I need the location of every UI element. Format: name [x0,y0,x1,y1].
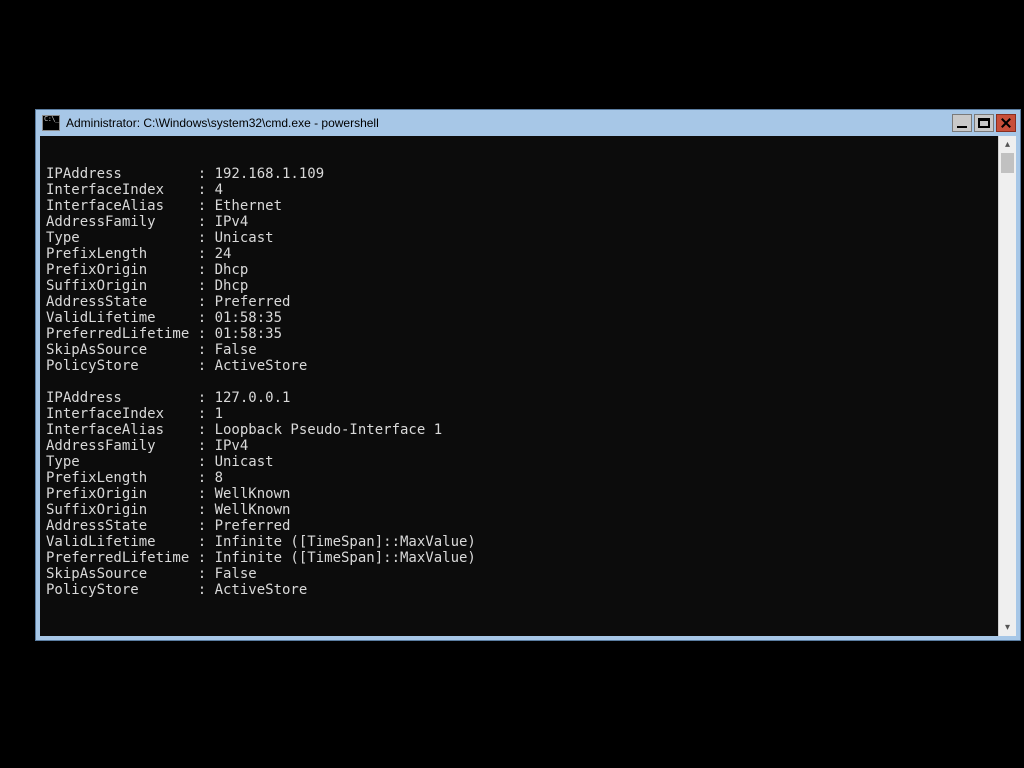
console-line: PrefixLength : 8 [46,470,992,486]
console-line: PrefixOrigin : Dhcp [46,262,992,278]
window-title: Administrator: C:\Windows\system32\cmd.e… [66,116,946,130]
console-line: PrefixOrigin : WellKnown [46,486,992,502]
console-line: SuffixOrigin : WellKnown [46,502,992,518]
console-line: ValidLifetime : Infinite ([TimeSpan]::Ma… [46,534,992,550]
console-line: AddressFamily : IPv4 [46,438,992,454]
console-line: InterfaceAlias : Loopback Pseudo-Interfa… [46,422,992,438]
close-icon [997,115,1015,131]
console-line: IPAddress : 127.0.0.1 [46,390,992,406]
console-line: PreferredLifetime : Infinite ([TimeSpan]… [46,550,992,566]
cmd-icon [42,115,60,131]
vertical-scrollbar[interactable]: ▴ ▾ [998,136,1016,636]
console-line: AddressState : Preferred [46,294,992,310]
window-controls [952,114,1016,132]
console-line: AddressFamily : IPv4 [46,214,992,230]
client-area: IPAddress : 192.168.1.109InterfaceIndex … [40,136,1016,636]
console-line: IPAddress : 192.168.1.109 [46,166,992,182]
console-line: InterfaceIndex : 4 [46,182,992,198]
scroll-track[interactable] [999,153,1016,619]
console-line: PolicyStore : ActiveStore [46,358,992,374]
cmd-window: Administrator: C:\Windows\system32\cmd.e… [35,109,1021,641]
console-line [46,374,992,390]
console-line: AddressState : Preferred [46,518,992,534]
scroll-up-arrow-icon[interactable]: ▴ [999,136,1016,153]
minimize-button[interactable] [952,114,972,132]
console-line [46,150,992,166]
console-line: InterfaceIndex : 1 [46,406,992,422]
console-line: PreferredLifetime : 01:58:35 [46,326,992,342]
console-line: SkipAsSource : False [46,342,992,358]
console-line: Type : Unicast [46,454,992,470]
console-line: SkipAsSource : False [46,566,992,582]
console-line: PrefixLength : 24 [46,246,992,262]
maximize-icon [975,115,993,131]
console-output[interactable]: IPAddress : 192.168.1.109InterfaceIndex … [40,136,998,636]
console-line: Type : Unicast [46,230,992,246]
close-button[interactable] [996,114,1016,132]
titlebar[interactable]: Administrator: C:\Windows\system32\cmd.e… [36,110,1020,136]
console-line: ValidLifetime : 01:58:35 [46,310,992,326]
maximize-button[interactable] [974,114,994,132]
console-line: PolicyStore : ActiveStore [46,582,992,598]
console-line: InterfaceAlias : Ethernet [46,198,992,214]
console-line: SuffixOrigin : Dhcp [46,278,992,294]
minimize-icon [953,115,971,131]
scroll-thumb[interactable] [1001,153,1014,173]
scroll-down-arrow-icon[interactable]: ▾ [999,619,1016,636]
